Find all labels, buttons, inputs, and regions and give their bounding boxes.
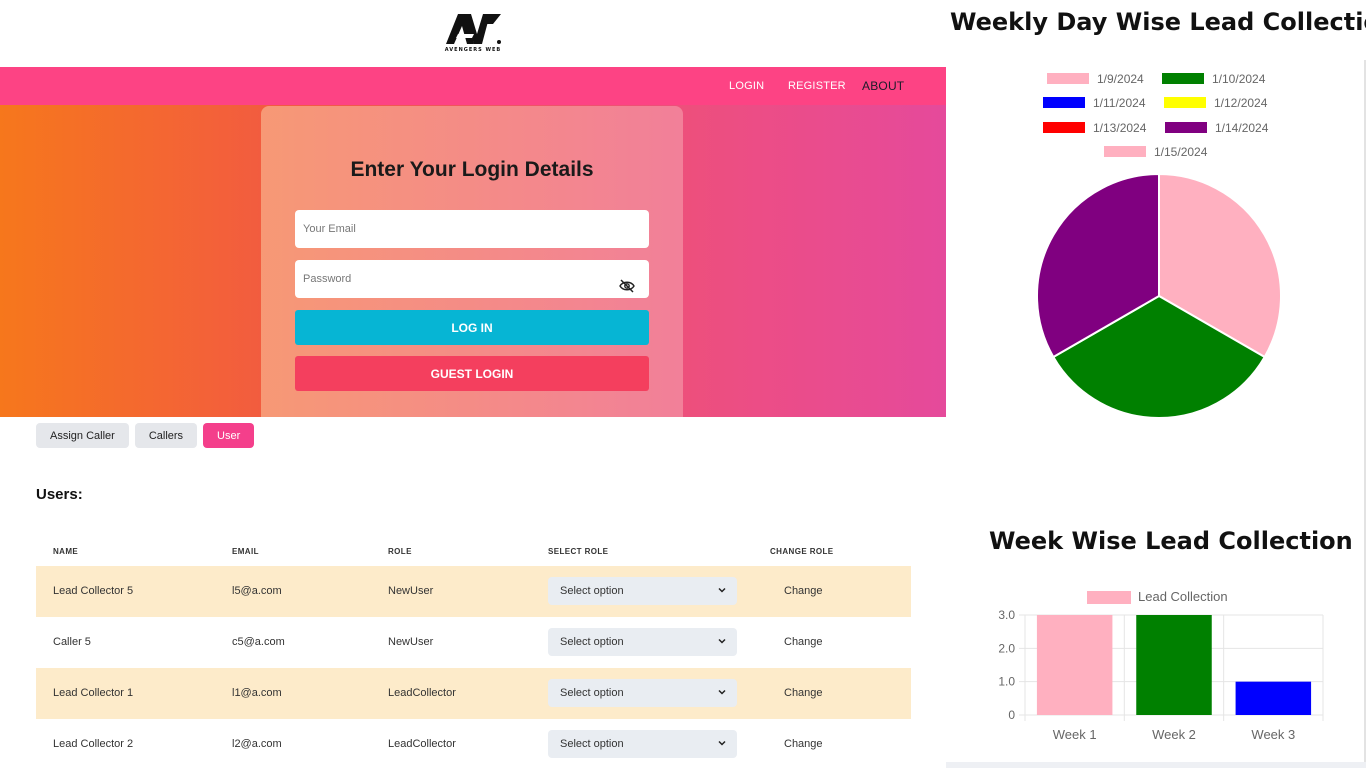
pie-chart: 1/9/2024 1/10/2024 1/11/2024 1/12/2024 1/13/… (1036, 72, 1282, 419)
cell-role: NewUser (388, 636, 434, 648)
chevron-down-icon (718, 689, 726, 695)
cell-email: l1@a.com (232, 687, 282, 699)
column-header-select-role: SELECT ROLE (548, 547, 609, 556)
bar-legend-swatch[interactable] (1087, 591, 1131, 604)
users-heading: Users: (36, 486, 83, 503)
login-title: Enter Your Login Details (350, 158, 594, 181)
role-select[interactable]: Select option (548, 577, 737, 605)
role-select-value: Select option (560, 738, 624, 750)
cell-name: Caller 5 (53, 636, 91, 648)
cell-role: LeadCollector (388, 738, 456, 750)
cell-name: Lead Collector 2 (53, 738, 134, 750)
pie-legend-label: 1/15/2024 (1154, 145, 1208, 159)
guest-login-button[interactable]: GUEST LOGIN (295, 356, 649, 391)
top-navbar: LOGIN REGISTER ABOUT (0, 67, 946, 105)
change-role-button[interactable]: Change (784, 585, 823, 597)
table-header: NAME EMAIL ROLE SELECT ROLE CHANGE ROLE (36, 540, 911, 566)
cell-role: LeadCollector (388, 687, 456, 699)
pie-legend-swatch[interactable] (1043, 122, 1085, 133)
column-header-change-role: CHANGE ROLE (770, 547, 834, 556)
bar-x-tick-label: Week 2 (1152, 727, 1196, 742)
table-row: Lead Collector 5 l5@a.com NewUser Select… (36, 566, 911, 617)
chevron-down-icon (718, 740, 726, 746)
role-select-value: Select option (560, 687, 624, 699)
pie-legend-label: 1/11/2024 (1093, 96, 1146, 110)
pie-legend-label: 1/12/2024 (1214, 96, 1268, 110)
pie-legend-label: 1/13/2024 (1093, 121, 1147, 135)
cell-role: NewUser (388, 585, 434, 597)
pie-legend-label: 1/9/2024 (1097, 72, 1144, 86)
bar-y-tick-label: 1.0 (998, 675, 1015, 689)
pie-chart-title: Weekly Day Wise Lead Collection (950, 8, 1366, 36)
pie-legend-label: 1/10/2024 (1212, 72, 1266, 86)
bar-chart-title: Week Wise Lead Collection (989, 527, 1353, 555)
cell-email: c5@a.com (232, 636, 285, 648)
cell-email: l5@a.com (232, 585, 282, 597)
role-select-value: Select option (560, 636, 624, 648)
change-role-button[interactable]: Change (784, 738, 823, 750)
password-input[interactable] (295, 260, 649, 298)
change-role-button[interactable]: Change (784, 687, 823, 699)
tab-bar: Assign Caller Callers User (36, 423, 255, 448)
pie-legend-swatch[interactable] (1104, 146, 1146, 157)
bar-y-tick-label: 2.0 (998, 641, 1015, 655)
role-select[interactable]: Select option (548, 679, 737, 707)
role-select[interactable]: Select option (548, 730, 737, 758)
role-select[interactable]: Select option (548, 628, 737, 656)
eye-off-icon[interactable] (619, 279, 635, 293)
pie-legend-swatch[interactable] (1165, 122, 1207, 133)
column-header-role: ROLE (388, 547, 412, 556)
column-header-email: EMAIL (232, 547, 259, 556)
nav-login-link[interactable]: LOGIN (729, 80, 764, 92)
table-row: Lead Collector 2 l2@a.com LeadCollector … (36, 719, 911, 768)
bar-y-tick-label: 3.0 (998, 608, 1015, 622)
login-card: Enter Your Login Details LOG IN GUEST LO… (261, 106, 683, 417)
table-row: Caller 5 c5@a.com NewUser Select option … (36, 617, 911, 668)
pie-legend-label: 1/14/2024 (1215, 121, 1269, 135)
bar-x-tick-label: Week 1 (1053, 727, 1097, 742)
nav-about-link[interactable]: ABOUT (862, 79, 904, 93)
brand-logo[interactable]: AVENGERS WEB (444, 12, 502, 53)
cell-email: l2@a.com (232, 738, 282, 750)
column-header-name: NAME (53, 547, 79, 556)
bar-y-tick-label: 0 (1008, 708, 1015, 722)
chevron-down-icon (718, 587, 726, 593)
tab-assign-caller[interactable]: Assign Caller (36, 423, 129, 448)
nav-register-link[interactable]: REGISTER (788, 80, 846, 92)
tab-callers[interactable]: Callers (134, 423, 198, 448)
pie-legend-swatch[interactable] (1164, 97, 1206, 108)
bar-chart: Lead Collection 0 1.0 2.0 3.0 Week 1 Week 2 Wee… (998, 589, 1324, 742)
email-input[interactable] (295, 210, 649, 248)
cell-name: Lead Collector 1 (53, 687, 134, 699)
chevron-down-icon (718, 638, 726, 644)
panel-footer-strip (946, 762, 1366, 768)
pie-legend-swatch[interactable] (1047, 73, 1089, 84)
cell-name: Lead Collector 5 (53, 585, 134, 597)
hero-banner: Enter Your Login Details LOG IN GUEST LO… (0, 105, 946, 417)
bar-legend-label: Lead Collection (1138, 589, 1228, 604)
pie-legend-swatch[interactable] (1043, 97, 1085, 108)
pie-legend-swatch[interactable] (1162, 73, 1204, 84)
bar-x-tick-label: Week 3 (1251, 727, 1295, 742)
role-select-value: Select option (560, 585, 624, 597)
login-button[interactable]: LOG IN (295, 310, 649, 345)
users-table: NAME EMAIL ROLE SELECT ROLE CHANGE ROLE … (36, 540, 911, 768)
avengers-logo-mark (446, 14, 501, 44)
change-role-button[interactable]: Change (784, 636, 823, 648)
table-row: Lead Collector 1 l1@a.com LeadCollector … (36, 668, 911, 719)
tab-user[interactable]: User (203, 423, 255, 448)
bar-1[interactable] (1036, 615, 1113, 715)
brand-text: AVENGERS WEB (444, 47, 502, 53)
bar-3[interactable] (1235, 681, 1312, 715)
logo-header: AVENGERS WEB (0, 0, 946, 67)
bar-2[interactable] (1136, 615, 1212, 715)
